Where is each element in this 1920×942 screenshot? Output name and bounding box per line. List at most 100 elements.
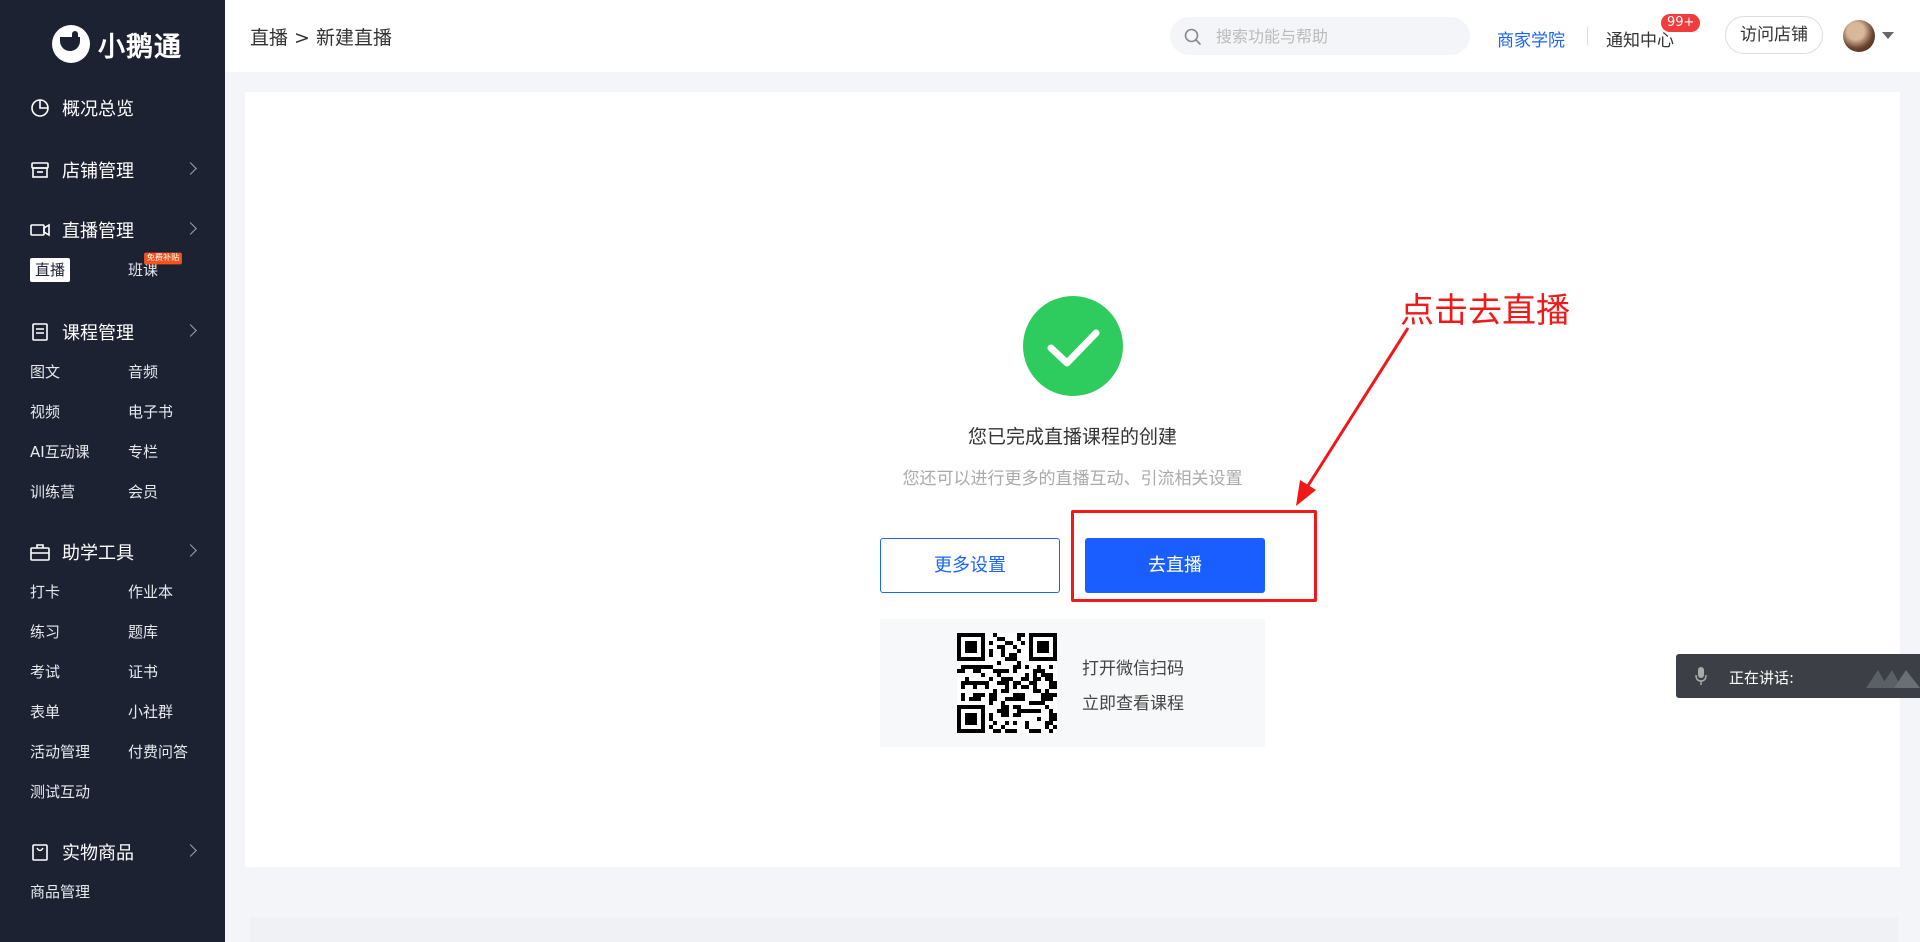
sidebar-item[interactable]: 测试互动 (30, 772, 128, 812)
menu-group-2: 直播管理直播 班课 免费补贴 (0, 210, 225, 290)
search-input[interactable] (1214, 25, 1448, 47)
sidebar-item-label: 表单 (30, 703, 61, 721)
menu-head-4[interactable]: 助学工具 (0, 532, 225, 572)
sidebar-item-label: 打卡 (30, 583, 61, 601)
sidebar-item[interactable]: 练习 (30, 612, 128, 652)
menu-head-label: 直播管理 (62, 221, 134, 242)
sidebar-item[interactable]: 作业本 (128, 572, 226, 612)
sidebar-item[interactable]: 电子书 (128, 392, 226, 432)
chevron-right-icon[interactable] (184, 162, 197, 175)
submenu-grid: 直播 班课 免费补贴 (0, 250, 225, 290)
sidebar-item[interactable]: 商品管理 (30, 872, 128, 912)
search-icon (1184, 28, 1202, 46)
visit-store-button[interactable]: 访问店铺 (1725, 16, 1823, 54)
sidebar-item-label: 测试互动 (30, 783, 91, 801)
chevron-right-icon[interactable] (184, 324, 197, 337)
submenu-grid: 图文 音频视频 电子书 AI互动课 专栏 训练营 会员 (0, 352, 225, 512)
submenu-grid: 商品管理 (0, 872, 225, 912)
pie-chart-icon (30, 98, 50, 118)
submenu-grid: 打卡 作业本练习 题库考试 证书表单 小社群 活动管理 付费问答测试互动 (0, 572, 225, 812)
menu-head-label: 店铺管理 (62, 161, 134, 182)
bottom-strip (250, 917, 1898, 942)
sidebar-item[interactable]: 活动管理 (30, 732, 128, 772)
sidebar-item[interactable]: 直播 (30, 250, 128, 290)
done-subtitle: 您还可以进行更多的直播互动、引流相关设置 (902, 469, 1243, 489)
sidebar-item-label: 小社群 (128, 703, 174, 721)
shopping-bag-icon (30, 842, 50, 862)
menu-head-label: 实物商品 (62, 843, 134, 864)
sidebar-item-label: AI互动课 (30, 443, 90, 461)
sidebar: 小鹅通 概况总览店铺管理直播管理直播 班课 免费补贴课程管理图文 音频视频 电子书 AI互… (0, 0, 225, 942)
qr-instruction-1: 打开微信扫码 (1082, 659, 1184, 679)
menu-head-0[interactable]: 概况总览 (0, 88, 225, 128)
sidebar-item[interactable]: AI互动课 (30, 432, 128, 472)
sidebar-item[interactable]: 小社群 (128, 692, 226, 732)
sidebar-item-label: 直播 (30, 258, 71, 282)
menu-group-0: 概况总览 (0, 88, 225, 128)
menu-head-1[interactable]: 店铺管理 (0, 150, 225, 190)
store-icon (30, 160, 50, 180)
microphone-icon (1695, 667, 1707, 685)
menu-group-4: 助学工具打卡 作业本练习 题库考试 证书表单 小社群 活动管理 付费问答测试互动 (0, 532, 225, 812)
sidebar-item-label: 付费问答 (128, 743, 189, 761)
avatar[interactable] (1843, 20, 1875, 52)
free-subsidy-badge: 免费补贴 (144, 252, 182, 265)
qr-instruction-2: 立即查看课程 (1082, 694, 1184, 714)
sidebar-item-label: 视频 (30, 403, 61, 421)
qr-card: 打开微信扫码 立即查看课程 (880, 619, 1265, 747)
sidebar-item[interactable]: 视频 (30, 392, 128, 432)
sidebar-item[interactable]: 音频 (128, 352, 226, 392)
sidebar-item[interactable]: 付费问答 (128, 732, 226, 772)
menu-head-3[interactable]: 课程管理 (0, 312, 225, 352)
top-header: 直播 > 新建直播 商家学院 通知中心 99+ 访问店铺 (225, 0, 1920, 72)
sidebar-item[interactable]: 题库 (128, 612, 226, 652)
chevron-right-icon[interactable] (184, 222, 197, 235)
merchant-academy-link[interactable]: 商家学院 (1497, 26, 1565, 51)
sidebar-item[interactable]: 表单 (30, 692, 128, 732)
sidebar-item-label: 证书 (128, 663, 159, 681)
more-settings-button[interactable]: 更多设置 (880, 538, 1060, 593)
menu-head-label: 概况总览 (62, 99, 134, 120)
done-title: 您已完成直播课程的创建 (967, 426, 1177, 448)
qr-code-icon[interactable] (957, 633, 1057, 733)
menu-head-5[interactable]: 实物商品 (0, 832, 225, 872)
sidebar-item-label: 作业本 (128, 583, 174, 601)
header-divider (1587, 27, 1588, 45)
speaking-indicator: 正在讲话: (1676, 654, 1920, 698)
search-box[interactable] (1170, 17, 1470, 55)
chevron-right-icon[interactable] (184, 844, 197, 857)
sidebar-item[interactable]: 考试 (30, 652, 128, 692)
annotation-text: 点击去直播 (1400, 291, 1570, 331)
menu-head-label: 课程管理 (62, 323, 134, 344)
menu-head-label: 助学工具 (62, 543, 134, 564)
caret-down-icon[interactable] (1882, 32, 1894, 39)
menu-group-5: 实物商品商品管理 (0, 832, 225, 912)
sidebar-item-label: 会员 (128, 483, 159, 501)
toolbox-icon (30, 542, 50, 562)
sidebar-item[interactable]: 专栏 (128, 432, 226, 472)
app-logo[interactable]: 小鹅通 (52, 24, 182, 64)
menu-group-3: 课程管理图文 音频视频 电子书 AI互动课 专栏 训练营 会员 (0, 312, 225, 512)
sidebar-item-label: 考试 (30, 663, 61, 681)
success-check-icon (1023, 296, 1123, 396)
sidebar-item[interactable]: 证书 (128, 652, 226, 692)
document-icon (30, 322, 50, 342)
sidebar-item-label: 题库 (128, 623, 159, 641)
video-camera-icon (30, 220, 50, 240)
chevron-right-icon[interactable] (184, 544, 197, 557)
annotation-box (1071, 510, 1317, 602)
sidebar-item[interactable]: 班课 免费补贴 (128, 250, 226, 290)
sidebar-item[interactable]: 会员 (128, 472, 226, 512)
sidebar-item-label: 练习 (30, 623, 61, 641)
sidebar-item-label: 图文 (30, 363, 61, 381)
sidebar-item[interactable]: 打卡 (30, 572, 128, 612)
menu-head-2[interactable]: 直播管理 (0, 210, 225, 250)
meeting-logo-icon (1866, 670, 1920, 688)
sidebar-item[interactable]: 图文 (30, 352, 128, 392)
speaking-label: 正在讲话: (1729, 669, 1795, 687)
notification-badge: 99+ (1661, 14, 1701, 32)
sidebar-item[interactable]: 训练营 (30, 472, 128, 512)
goose-logo-icon (52, 25, 90, 63)
logo-text: 小鹅通 (98, 31, 182, 63)
sidebar-item-label: 电子书 (128, 403, 174, 421)
